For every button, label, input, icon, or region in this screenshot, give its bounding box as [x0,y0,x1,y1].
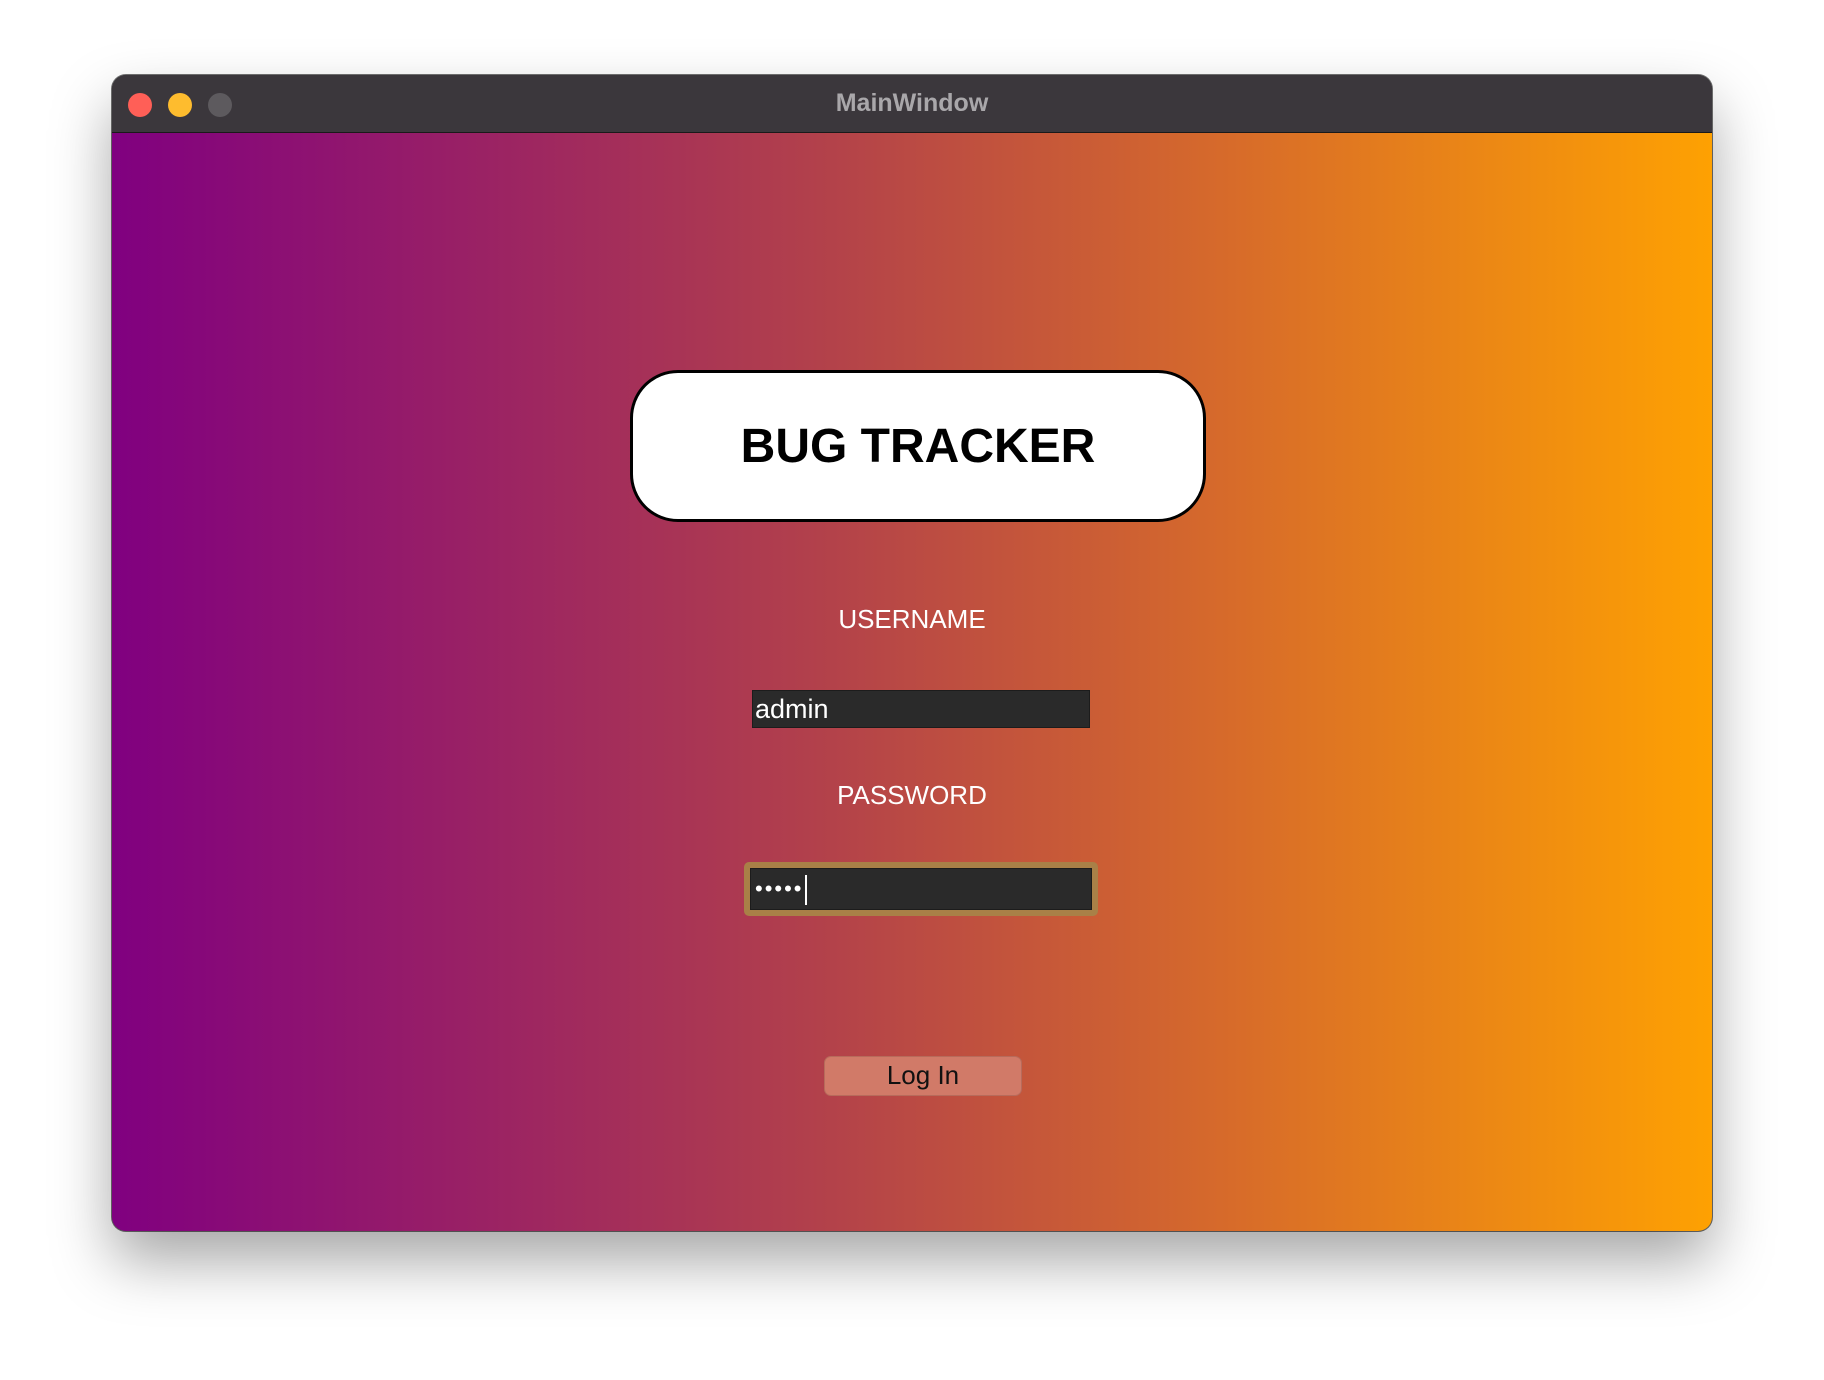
password-label: PASSWORD [837,780,987,810]
text-caret [804,875,807,906]
titlebar[interactable]: MainWindow [112,75,1712,133]
window-title: MainWindow [835,89,989,117]
main-window: MainWindow BUG TRACKER USERNAME admin PA… [112,75,1712,1231]
login-panel: BUG TRACKER USERNAME admin PASSWORD ••••… [112,133,1712,1231]
username-input[interactable]: admin [752,690,1090,728]
login-button[interactable]: Log In [824,1056,1022,1096]
username-label: USERNAME [838,604,986,634]
password-input[interactable]: ••••• [750,868,1092,910]
password-mask: ••••• [755,876,804,901]
app-title-box: BUG TRACKER [630,370,1206,522]
app-title: BUG TRACKER [740,419,1096,473]
